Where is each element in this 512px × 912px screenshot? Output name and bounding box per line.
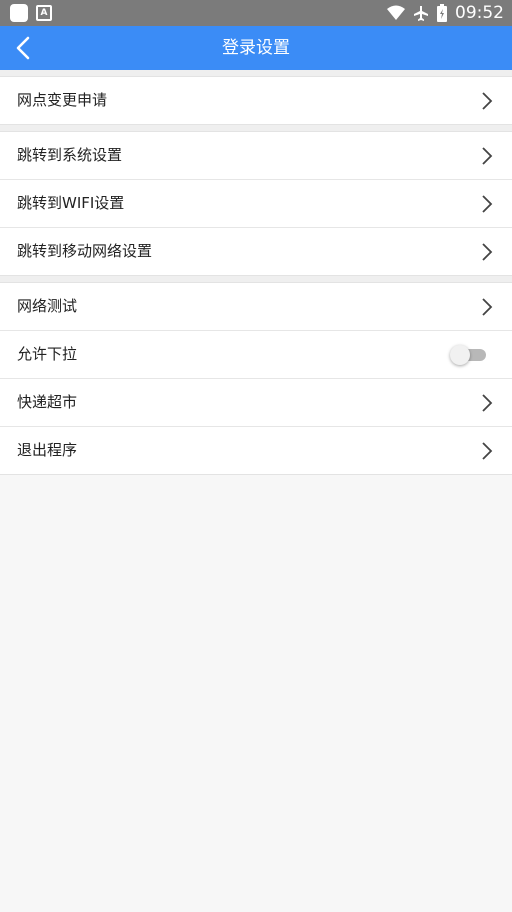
airplane-icon xyxy=(414,6,428,21)
settings-group-misc: 网络测试 允许下拉 快递超市 退出程序 xyxy=(0,282,512,475)
row-label: 跳转到WIFI设置 xyxy=(17,194,125,212)
row-label: 网点变更申请 xyxy=(17,91,108,109)
row-label: 网络测试 xyxy=(17,297,78,315)
row-label: 允许下拉 xyxy=(17,345,78,363)
chevron-right-icon xyxy=(482,92,493,110)
row-label: 快递超市 xyxy=(17,393,78,411)
row-label: 跳转到移动网络设置 xyxy=(17,242,153,260)
settings-row-mobile-network[interactable]: 跳转到移动网络设置 xyxy=(0,228,512,275)
settings-row-system-settings[interactable]: 跳转到系统设置 xyxy=(0,132,512,180)
battery-icon xyxy=(437,4,447,22)
settings-row-wifi-settings[interactable]: 跳转到WIFI设置 xyxy=(0,180,512,228)
chevron-right-icon xyxy=(482,195,493,213)
chevron-right-icon xyxy=(482,243,493,261)
settings-group-branch: 网点变更申请 xyxy=(0,76,512,125)
settings-row-exit-app[interactable]: 退出程序 xyxy=(0,427,512,474)
row-label: 跳转到系统设置 xyxy=(17,146,123,164)
header: 登录设置 xyxy=(0,26,512,70)
settings-row-allow-pull-down: 允许下拉 xyxy=(0,331,512,379)
page-title: 登录设置 xyxy=(222,38,290,58)
chevron-right-icon xyxy=(482,298,493,316)
row-label: 退出程序 xyxy=(17,441,78,459)
chevron-right-icon xyxy=(482,394,493,412)
settings-row-branch-change[interactable]: 网点变更申请 xyxy=(0,77,512,124)
settings-row-network-test[interactable]: 网络测试 xyxy=(0,283,512,331)
status-bar: A 09:52 xyxy=(0,0,512,26)
toggle-knob xyxy=(450,345,470,365)
back-button[interactable] xyxy=(8,32,40,64)
text-app-icon: A xyxy=(36,5,52,21)
chevron-right-icon xyxy=(482,442,493,460)
status-time: 09:52 xyxy=(455,3,504,23)
chevron-right-icon xyxy=(482,147,493,165)
wifi-icon xyxy=(387,5,405,20)
settings-list: 网点变更申请 跳转到系统设置 跳转到WIFI设置 跳转到移动网络设置 网络测试 … xyxy=(0,70,512,475)
settings-group-system: 跳转到系统设置 跳转到WIFI设置 跳转到移动网络设置 xyxy=(0,131,512,276)
allow-pull-down-toggle[interactable] xyxy=(450,345,486,365)
settings-row-express-market[interactable]: 快递超市 xyxy=(0,379,512,427)
chevron-left-icon xyxy=(16,36,30,60)
app-icon xyxy=(10,4,28,22)
